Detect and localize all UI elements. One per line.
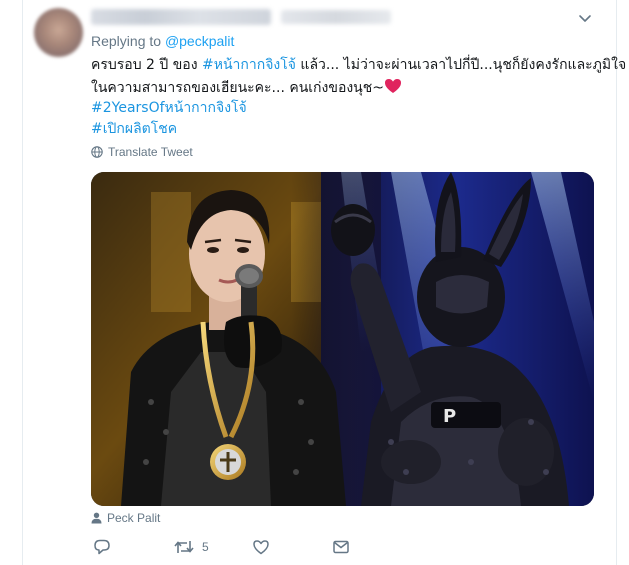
tweet-text-segment: ในความสามารถของเฮียนะคะ... คนเก่งของนุช~ xyxy=(91,79,384,96)
media-attribution[interactable]: Peck Palit xyxy=(91,511,160,525)
media-attribution-label: Peck Palit xyxy=(107,511,161,525)
stage-photo: P xyxy=(91,172,594,506)
hashtag-link[interactable]: #หน้ากากจิงโจ้ xyxy=(202,57,296,73)
like-button[interactable] xyxy=(252,538,270,556)
retweet-icon xyxy=(174,541,194,553)
replying-to-label: Replying to xyxy=(91,33,165,49)
retweet-button[interactable]: 5 xyxy=(174,538,209,556)
tweet-text: ครบรอบ 2 ปี ของ #หน้ากากจิงโจ้ แล้ว... ไ… xyxy=(91,55,626,140)
retweet-count: 5 xyxy=(202,540,209,554)
tweet-text-line: #2YearsOfหน้ากากจิงโจ้ xyxy=(91,98,601,119)
reply-icon xyxy=(94,539,110,555)
globe-icon xyxy=(91,146,103,158)
hashtag-link[interactable]: #เปิกผลิตโชค xyxy=(91,121,177,137)
heart-icon xyxy=(253,540,269,555)
replying-to-handle[interactable]: @peckpalit xyxy=(165,33,234,49)
reply-button[interactable] xyxy=(93,538,111,556)
tweet-actions: 5 xyxy=(91,538,391,560)
direct-message-button[interactable] xyxy=(332,538,350,556)
tweet-text-segment: ครบรอบ 2 ปี ของ xyxy=(91,57,202,73)
translate-tweet-link[interactable]: Translate Tweet xyxy=(91,145,193,159)
envelope-icon xyxy=(333,540,349,554)
tweet-text-line: ในความสามารถของเฮียนะคะ... คนเก่งของนุช~ xyxy=(91,76,601,99)
avatar[interactable] xyxy=(34,8,83,57)
chevron-down-icon[interactable] xyxy=(577,10,593,26)
tweet-photo[interactable]: P xyxy=(91,172,594,506)
person-icon xyxy=(91,512,102,524)
hashtag-link[interactable]: #2YearsOfหน้ากากจิงโจ้ xyxy=(91,100,247,116)
replying-to: Replying to @peckpalit xyxy=(91,33,234,49)
translate-tweet-label: Translate Tweet xyxy=(108,145,193,159)
red-heart-emoji-icon xyxy=(385,78,401,93)
tweet-text-line: ครบรอบ 2 ปี ของ #หน้ากากจิงโจ้ แล้ว... ไ… xyxy=(91,55,626,76)
blurred-display-name xyxy=(91,9,271,25)
svg-text:P: P xyxy=(443,406,456,427)
tweet-text-segment: แล้ว... ไม่ว่าจะผ่านเวลาไปกี่ปี...นุชก็ย… xyxy=(295,57,627,73)
blurred-username xyxy=(281,10,391,24)
tweet-text-line: #เปิกผลิตโชค xyxy=(91,119,601,140)
